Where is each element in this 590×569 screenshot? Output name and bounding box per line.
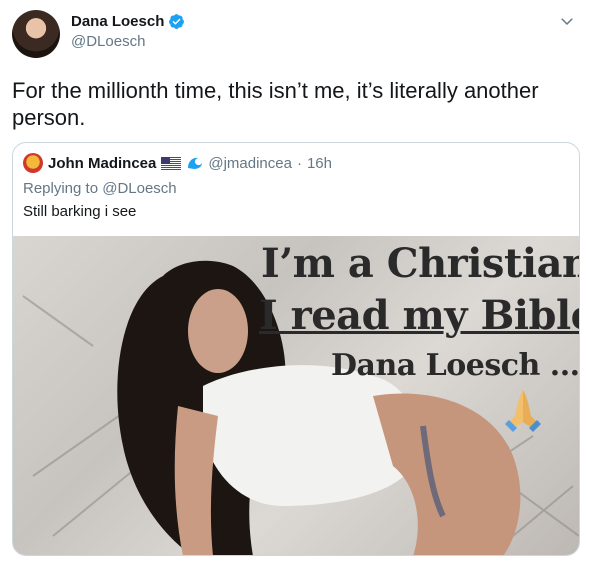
quoted-tweet-text: Still barking i see — [23, 203, 137, 220]
author-name-text: Dana Loesch — [71, 13, 165, 30]
header-separator: · — [296, 154, 302, 172]
meme-text-line2: I read my Bible — [259, 292, 579, 339]
chevron-down-icon[interactable] — [558, 12, 576, 30]
tweet-text: For the millionth time, this isn’t me, i… — [12, 78, 539, 130]
author-name[interactable]: Dana Loesch — [71, 13, 185, 30]
replying-to: Replying to @DLoesch — [23, 180, 177, 197]
quoted-author-handle: @jmadincea — [208, 154, 292, 172]
author-handle[interactable]: @DLoesch — [71, 33, 145, 50]
replying-to-prefix: Replying to — [23, 180, 99, 197]
meme-text-line1: I’m a Christian — [261, 240, 579, 287]
meme-text-line3: Dana Loesch ... — [331, 348, 579, 383]
verified-badge-icon — [169, 14, 185, 29]
quoted-tweet-image[interactable]: I’m a Christian I read my Bible Dana Loe… — [13, 236, 579, 555]
quoted-author-name: John Madincea — [48, 154, 157, 172]
us-flag-icon — [161, 156, 182, 170]
praying-hands-icon — [505, 390, 541, 432]
wave-icon — [188, 157, 203, 169]
quoted-tweet-header: John Madincea @jmadincea · 16h — [23, 153, 332, 173]
author-avatar[interactable] — [12, 10, 60, 58]
quoted-author-avatar — [23, 153, 43, 173]
quoted-tweet-card[interactable]: John Madincea @jmadincea · 16h Replying … — [12, 142, 580, 556]
quoted-tweet-time: 16h — [306, 154, 332, 172]
replying-to-mention[interactable]: @DLoesch — [102, 180, 176, 197]
